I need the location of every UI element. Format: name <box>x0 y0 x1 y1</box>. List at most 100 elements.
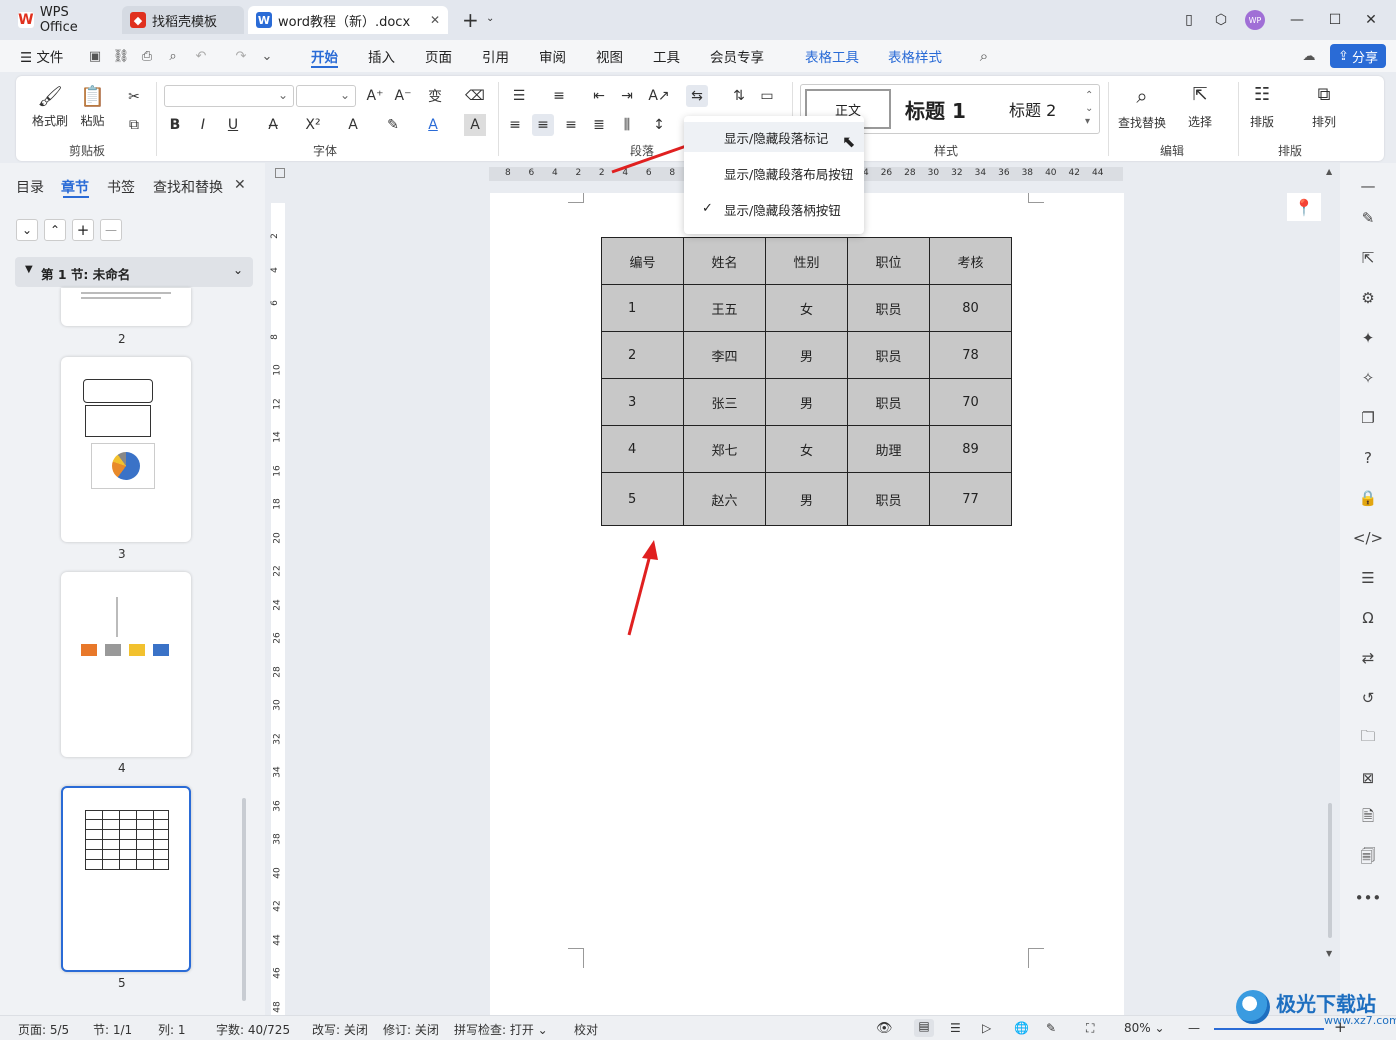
pen-icon[interactable]: ✎ <box>1357 207 1379 229</box>
print-icon[interactable]: ⎙ <box>138 48 156 64</box>
tab-find-replace[interactable]: 查找和替换 <box>153 177 223 197</box>
font-family-select[interactable]: ⌄ <box>164 85 294 107</box>
lock-icon[interactable]: 🔒 <box>1357 487 1379 509</box>
font-color-icon[interactable]: A <box>422 114 444 136</box>
table-cell[interactable]: 赵六 <box>683 472 766 526</box>
page-thumbnail-5[interactable] <box>61 786 191 972</box>
italic-icon[interactable]: I <box>192 114 214 136</box>
collapse-icon[interactable]: — <box>1357 175 1379 197</box>
table-cell[interactable]: 职员 <box>847 472 930 526</box>
increase-indent-icon[interactable]: ⇥ <box>616 85 638 107</box>
menu-tools[interactable]: 工具 <box>653 46 680 68</box>
table-cell[interactable]: 89 <box>929 425 1012 473</box>
table-header-cell[interactable]: 性别 <box>765 237 848 285</box>
magic-icon[interactable]: ✧ <box>1357 367 1379 389</box>
vertical-ruler[interactable]: 2 4 6 8 10 12 14 16 18 20 22 24 26 28 30 32 34 36 38 40 42 44… <box>270 203 285 1015</box>
fit-page-icon[interactable]: ⛶ <box>1086 1021 1094 1036</box>
excel-icon[interactable]: ⊠ <box>1357 767 1379 789</box>
tab-wps-office[interactable]: W WPS Office <box>10 5 118 35</box>
font-size-select[interactable]: ⌄ <box>296 85 356 107</box>
document-search-icon[interactable]: 🗐 <box>1357 847 1379 869</box>
table-cell[interactable]: 女 <box>765 284 848 332</box>
style-gallery-scroll[interactable]: ⌃ ⌄ ▾ <box>1085 89 1093 128</box>
table-cell[interactable]: 女 <box>765 425 848 473</box>
find-replace-button[interactable]: ⌕ 查找替换 <box>1118 84 1166 131</box>
ai-icon[interactable]: ✦ <box>1357 327 1379 349</box>
align-left-icon[interactable]: ≡ <box>504 114 526 136</box>
scroll-down-icon[interactable]: ▼ <box>1326 949 1332 958</box>
tab-template[interactable]: ◆ 找稻壳模板 <box>122 6 244 34</box>
highlight-icon[interactable]: ✎ <box>382 114 404 136</box>
status-word-count[interactable]: 字数: 40/725 <box>216 1021 290 1038</box>
align-right-icon[interactable]: ≡ <box>560 114 582 136</box>
close-tab-icon[interactable]: ✕ <box>430 13 440 27</box>
table-cell[interactable]: 3 <box>601 378 684 426</box>
menu-member[interactable]: 会员专享 <box>710 46 764 68</box>
table-header-cell[interactable]: 职位 <box>847 237 930 285</box>
table-cell[interactable]: 70 <box>929 378 1012 426</box>
status-proofread[interactable]: 校对 <box>574 1021 598 1038</box>
zoom-out-icon[interactable]: — <box>1188 1021 1200 1035</box>
table-cell[interactable]: 1 <box>601 284 684 332</box>
file-menu[interactable]: ☰ 文件 <box>20 46 63 68</box>
cloud-sync-icon[interactable]: ☁ <box>1300 48 1318 64</box>
table-cell[interactable]: 80 <box>929 284 1012 332</box>
menu-reference[interactable]: 引用 <box>482 46 509 68</box>
borders-icon[interactable]: ▭ <box>756 85 778 107</box>
table-cell[interactable]: 4 <box>601 425 684 473</box>
expand-up-icon[interactable]: ⌃ <box>44 219 66 241</box>
char-shading-icon[interactable]: A <box>464 114 486 136</box>
tab-toc[interactable]: 目录 <box>16 177 44 197</box>
table-cell[interactable]: 2 <box>601 331 684 379</box>
table-cell[interactable]: 5 <box>601 472 684 526</box>
web-view-icon[interactable]: 🌐 <box>1014 1021 1029 1035</box>
line-spacing-icon[interactable]: ↕ <box>648 114 670 136</box>
panel-scrollbar[interactable] <box>242 798 246 1001</box>
table-cell[interactable]: 王五 <box>683 284 766 332</box>
collapse-icon[interactable]: ⌄ <box>16 219 38 241</box>
tab-sections[interactable]: 章节 <box>61 177 89 197</box>
table-cell[interactable]: 男 <box>765 472 848 526</box>
save-icon[interactable]: ▣ <box>86 48 104 64</box>
status-spell-check[interactable]: 拼写检查: 打开 ⌄ <box>454 1021 548 1038</box>
chevron-down-icon[interactable]: ⌄ <box>486 13 494 24</box>
search-icon[interactable]: ⌕ <box>975 47 993 65</box>
decrease-indent-icon[interactable]: ⇤ <box>588 85 610 107</box>
data-table[interactable]: 编号 姓名 性别 职位 考核 1 王五 女 职员 80 2 李四 男 职员 78… <box>601 237 1012 526</box>
status-track-changes[interactable]: 修订: 关闭 <box>383 1021 439 1038</box>
table-header-cell[interactable]: 考核 <box>929 237 1012 285</box>
menu-item-toggle-layout-button[interactable]: 显示/隐藏段落布局按钮 <box>684 158 864 188</box>
table-cell[interactable]: 77 <box>929 472 1012 526</box>
more-icon[interactable]: ••• <box>1355 887 1382 909</box>
document-edit-icon[interactable]: 🗎 <box>1357 807 1379 829</box>
link-icon[interactable]: ⛓ <box>112 48 130 64</box>
clear-format-icon[interactable]: ⌫ <box>464 85 486 107</box>
select-button[interactable]: ⇱ 选择 <box>1188 84 1212 130</box>
list-icon[interactable]: ☰ <box>1357 567 1379 589</box>
close-panel-icon[interactable]: ✕ <box>234 177 246 193</box>
status-page[interactable]: 页面: 5/5 <box>18 1021 69 1038</box>
menu-home[interactable]: 开始 <box>311 46 338 68</box>
bullet-list-icon[interactable]: ☰ <box>508 85 530 107</box>
close-window-icon[interactable]: ✕ <box>1358 8 1384 32</box>
bold-icon[interactable]: B <box>164 114 186 136</box>
menu-page[interactable]: 页面 <box>425 46 452 68</box>
page-view-icon[interactable]: ▤ <box>914 1019 934 1037</box>
history-icon[interactable]: ↺ <box>1357 687 1379 709</box>
table-cell[interactable]: 助理 <box>847 425 930 473</box>
status-overwrite[interactable]: 改写: 关闭 <box>312 1021 368 1038</box>
scroll-up-icon[interactable]: ▲ <box>1326 167 1332 176</box>
tab-stop-selector[interactable] <box>275 168 285 178</box>
new-tab-button[interactable]: + <box>462 8 479 32</box>
table-cell[interactable]: 郑七 <box>683 425 766 473</box>
undo-icon[interactable]: ↶ <box>192 48 210 64</box>
tab-bookmarks[interactable]: 书签 <box>107 177 135 197</box>
code-icon[interactable]: </> <box>1353 527 1383 549</box>
page-thumbnail-3[interactable] <box>61 357 191 542</box>
grow-font-icon[interactable]: A⁺ <box>364 85 386 107</box>
menu-table-tools[interactable]: 表格工具 <box>805 46 859 68</box>
outline-view-icon[interactable]: ☰ <box>950 1021 961 1035</box>
status-section[interactable]: 节: 1/1 <box>93 1021 132 1038</box>
table-cell[interactable]: 张三 <box>683 378 766 426</box>
arrange-button[interactable]: ⧉ 排列 <box>1312 84 1336 130</box>
